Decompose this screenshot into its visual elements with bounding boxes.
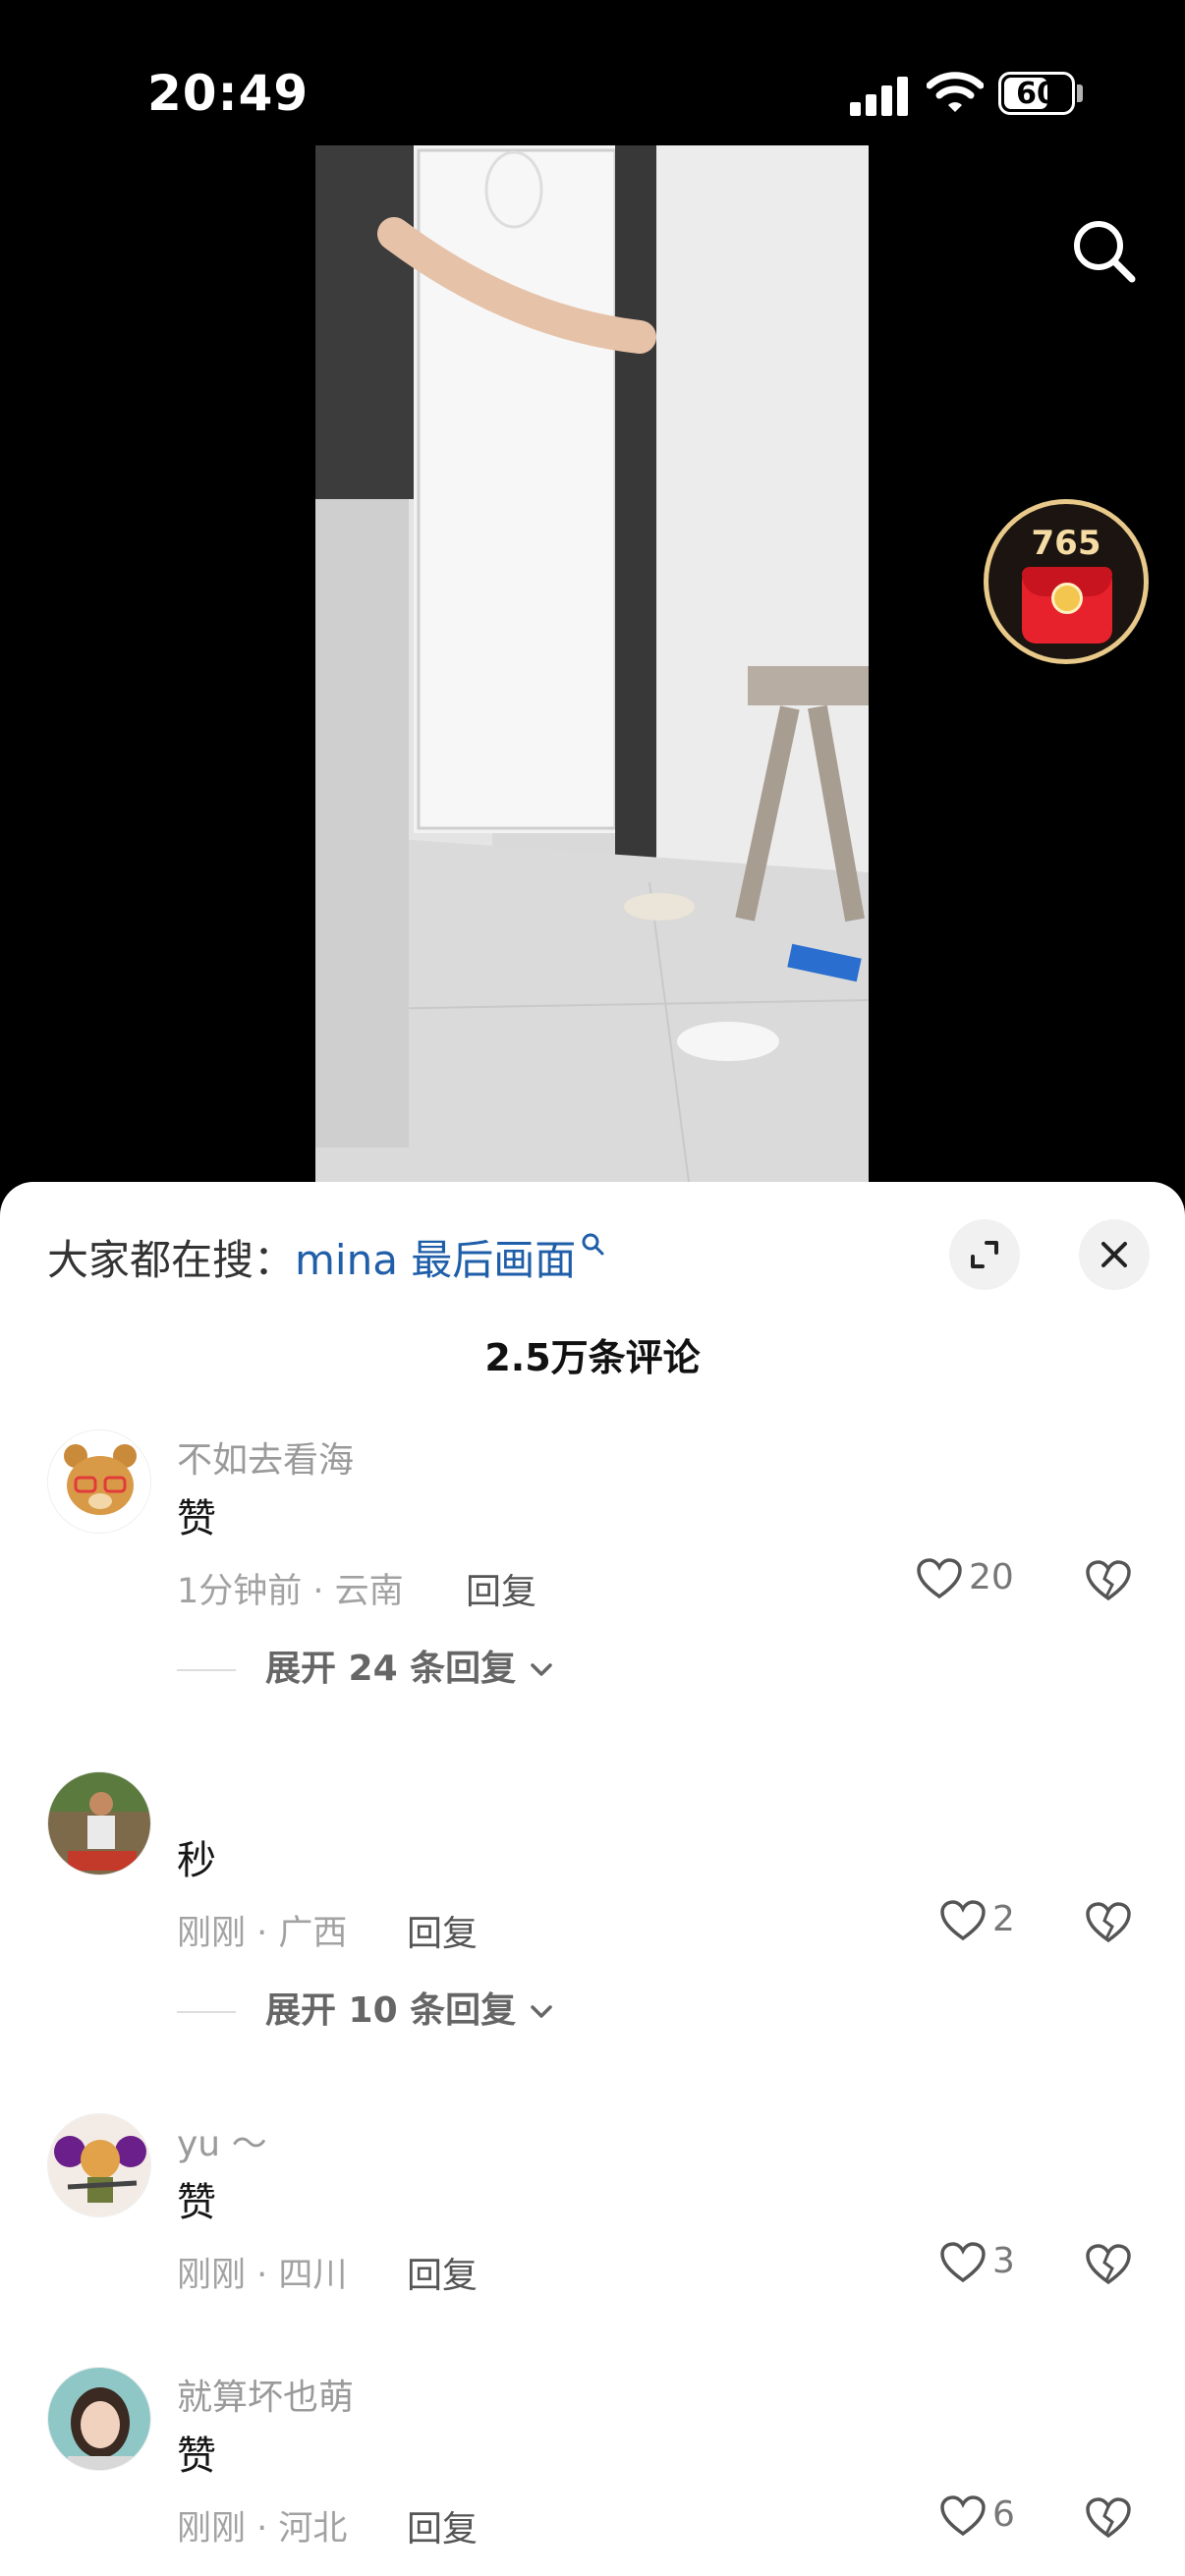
close-icon: [1101, 1242, 1127, 1267]
red-packet-button[interactable]: 765: [984, 499, 1149, 664]
video-player[interactable]: [315, 145, 869, 1182]
comments-sheet: 大家都在搜：mina 最后画面 2.5万条评论 不如去看海 赞 1分钟前 · 云…: [0, 1182, 1185, 2576]
expand-replies-label: 展开 24 条回复: [265, 1649, 517, 1689]
expand-replies-label: 展开 10 条回复: [265, 1990, 517, 2031]
heart-icon: [917, 1558, 962, 1599]
expand-replies-button[interactable]: 展开 24 条回复: [177, 1640, 554, 1691]
wifi-icon: [927, 72, 984, 112]
reply-button[interactable]: 回复: [466, 1563, 536, 1614]
avatar[interactable]: [47, 2113, 151, 2217]
like-count: 6: [992, 2494, 1015, 2535]
like-button[interactable]: 2: [939, 1899, 1015, 1942]
expand-replies-button[interactable]: 展开 10 条回复: [177, 1982, 554, 2033]
like-button[interactable]: 20: [916, 1557, 1014, 1600]
reply-button[interactable]: 回复: [407, 2247, 478, 2298]
broken-heart-icon[interactable]: [1085, 2496, 1132, 2540]
comment-username[interactable]: yu ～: [177, 2115, 267, 2166]
close-sheet-button[interactable]: [1079, 1219, 1150, 1290]
keyword-search-icon: [582, 1233, 604, 1256]
heart-icon: [940, 2495, 986, 2537]
red-packet-count: 765: [1031, 524, 1101, 563]
heart-icon: [940, 1900, 986, 1941]
comment-text: 赞: [177, 2434, 216, 2479]
comment-meta: 刚刚 · 河北: [177, 2509, 348, 2548]
comment-username[interactable]: 不如去看海: [177, 1431, 354, 1483]
like-button[interactable]: 6: [939, 2494, 1015, 2538]
comment-text: 赞: [177, 2180, 216, 2225]
status-time: 20:49: [147, 65, 310, 122]
divider-line: [177, 1669, 236, 1671]
comment-username[interactable]: 就算坏也萌: [177, 2369, 354, 2420]
trending-keyword[interactable]: mina 最后画面: [295, 1236, 576, 1284]
comment-text: 赞: [177, 1496, 216, 1541]
broken-heart-icon[interactable]: [1085, 2243, 1132, 2286]
battery-level: 60: [1016, 77, 1057, 111]
reply-button[interactable]: 回复: [407, 2500, 478, 2551]
chevron-down-icon: [530, 2005, 552, 2018]
avatar[interactable]: [47, 2367, 151, 2471]
like-button[interactable]: 3: [939, 2241, 1015, 2284]
chevron-down-icon: [530, 1663, 552, 1676]
divider-line: [177, 2011, 236, 2013]
like-count: 20: [969, 1557, 1014, 1597]
avatar[interactable]: [47, 1429, 151, 1534]
battery-tip: [1077, 84, 1083, 102]
avatar[interactable]: [47, 1771, 151, 1876]
comment-count: 2.5万条评论: [484, 1336, 701, 1379]
status-bar: 20:49 60: [0, 0, 1185, 147]
comment-meta: 1分钟前 · 云南: [177, 1572, 404, 1611]
comment-meta: 刚刚 · 四川: [177, 2256, 348, 2295]
broken-heart-icon[interactable]: [1085, 1559, 1132, 1602]
like-count: 3: [992, 2241, 1015, 2281]
trending-prefix: 大家都在搜：: [47, 1236, 296, 1284]
battery-icon: 60: [998, 72, 1075, 115]
red-envelope-icon: [1022, 567, 1112, 644]
expand-sheet-button[interactable]: [949, 1219, 1020, 1290]
expand-icon: [971, 1241, 998, 1268]
reply-button[interactable]: 回复: [407, 1905, 478, 1956]
heart-icon: [940, 2242, 986, 2283]
trending-search[interactable]: 大家都在搜：mina 最后画面: [47, 1227, 605, 1287]
comment-meta: 刚刚 · 广西: [177, 1914, 348, 1953]
broken-heart-icon[interactable]: [1085, 1901, 1132, 1944]
like-count: 2: [992, 1899, 1015, 1939]
video-frame: [315, 145, 869, 1182]
cellular-signal-icon: [850, 75, 909, 116]
search-icon[interactable]: [1069, 216, 1138, 285]
comment-text: 秒: [177, 1838, 216, 1883]
